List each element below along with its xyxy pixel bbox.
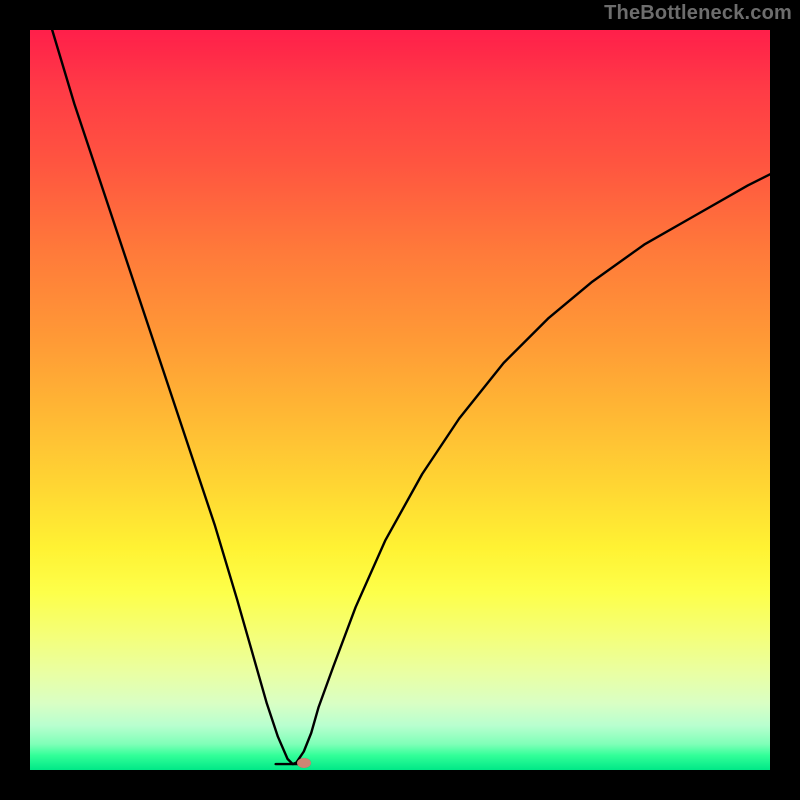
plot-area <box>30 30 770 770</box>
watermark-text: TheBottleneck.com <box>604 2 792 25</box>
chart-frame: TheBottleneck.com <box>0 0 800 800</box>
minimum-marker <box>297 758 311 768</box>
bottleneck-curve <box>30 30 770 770</box>
